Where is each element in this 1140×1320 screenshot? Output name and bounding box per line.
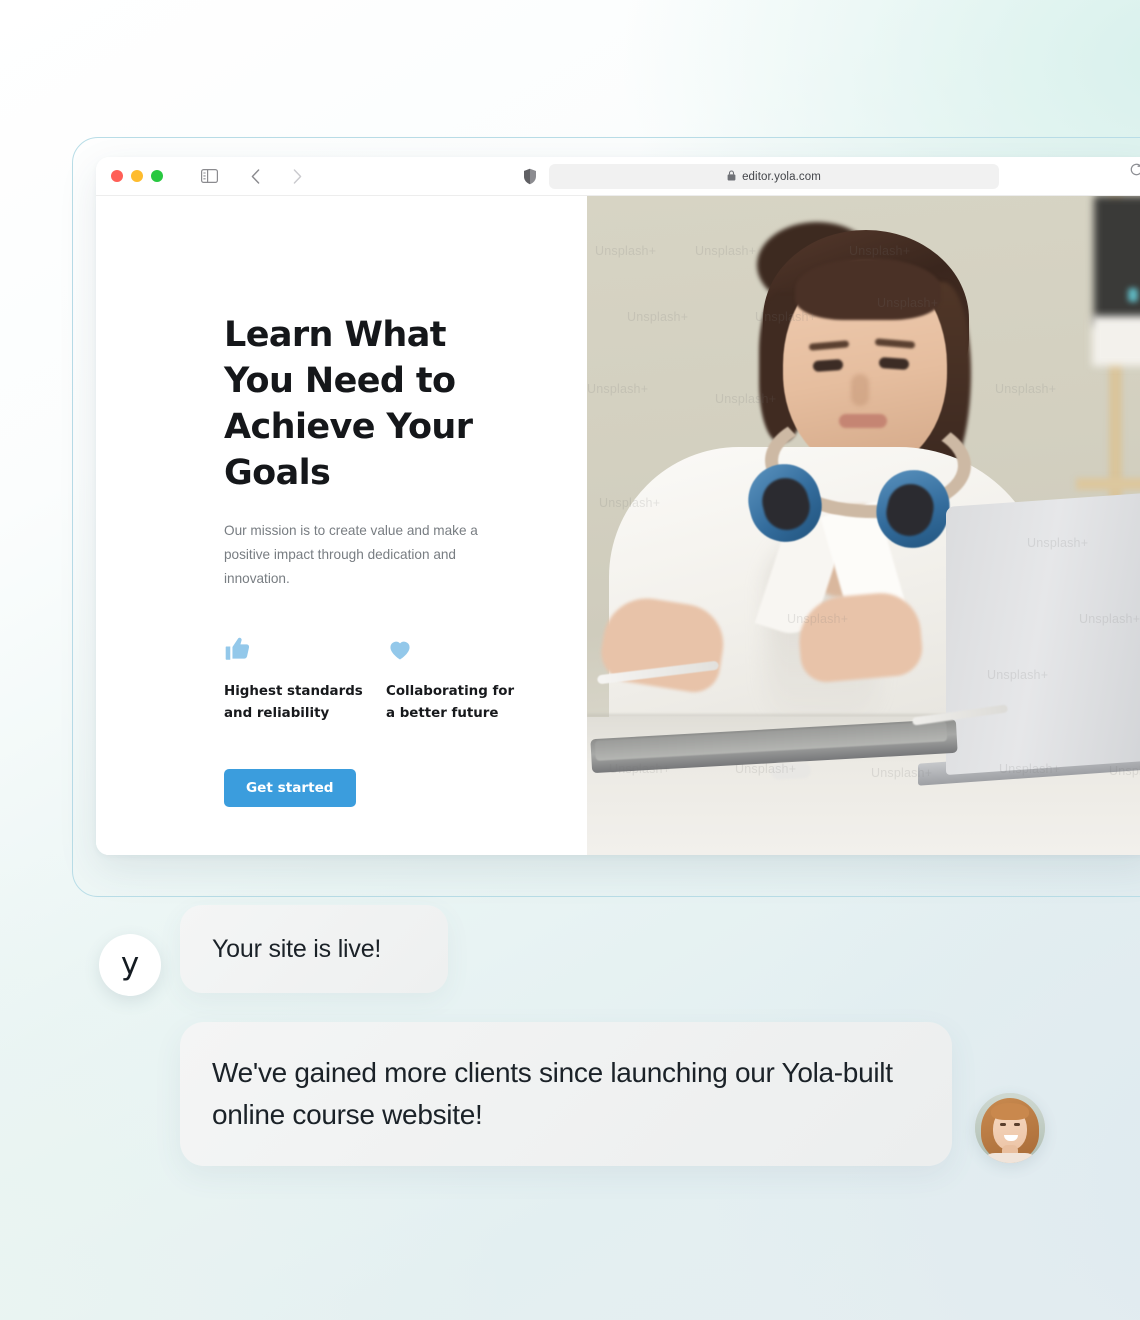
forward-button[interactable] [283, 163, 311, 189]
chat-message-text: Your site is live! [212, 934, 382, 963]
page-canvas: editor.yola.com Learn What You Need to A… [0, 0, 1140, 1320]
hero-subtext: Our mission is to create value and make … [224, 523, 478, 586]
page-title: Learn What You Need to Achieve Your Goal… [224, 315, 473, 493]
navigation-controls [195, 163, 311, 189]
feature-item-collaboration: Collaborating for a better future [386, 635, 548, 725]
watermark: Unsplash+ [877, 296, 939, 310]
back-button[interactable] [241, 163, 269, 189]
watermark: Unsplash+ [999, 762, 1061, 776]
maximize-window-button[interactable] [151, 170, 163, 182]
feature-item-standards: Highest standards and reliability [224, 635, 386, 725]
feature-list: Highest standards and reliability Collab… [224, 635, 587, 725]
browser-window: editor.yola.com Learn What You Need to A… [96, 157, 1140, 855]
watermark: Unsplash+ [695, 244, 757, 258]
watermark: Unsplash+ [871, 766, 933, 780]
chat-message-text: We've gained more clients since launchin… [212, 1057, 893, 1130]
watermark: Unsplash+ [987, 668, 1049, 682]
watermark: Unsplash+ [627, 310, 689, 324]
watermark: Unsplash+ [1079, 612, 1140, 626]
thumbs-up-icon [224, 635, 386, 665]
laptop [946, 491, 1140, 775]
chat-bubble-status: Your site is live! [180, 905, 448, 993]
feature-label: Highest standards and reliability [224, 684, 363, 721]
hero-text-column: Learn What You Need to Achieve Your Goal… [96, 196, 587, 855]
heart-icon [386, 635, 548, 665]
address-bar[interactable]: editor.yola.com [549, 164, 999, 189]
website-preview: Learn What You Need to Achieve Your Goal… [96, 196, 1140, 855]
watermark: Unsplash+ [849, 244, 911, 258]
watermark: Unsplash+ [1027, 536, 1089, 550]
privacy-shield-icon[interactable] [523, 168, 537, 190]
window-controls[interactable] [111, 170, 163, 182]
watermark: Unsplash+ [1109, 764, 1140, 778]
watermark: Unsplash+ [609, 762, 671, 776]
watermark: Unsplash+ [735, 762, 797, 776]
address-bar-url: editor.yola.com [742, 170, 821, 183]
watermark: Unsplash+ [599, 496, 661, 510]
yola-logo-mark: y [120, 945, 140, 982]
client-avatar [975, 1093, 1045, 1163]
watermark: Unsplash+ [755, 310, 817, 324]
watermark: Unsplash+ [715, 392, 777, 406]
sidebar-toggle-icon[interactable] [195, 163, 223, 189]
hero-image: Unsplash+ Unsplash+ Unsplash+ Unsplash+ … [587, 196, 1140, 855]
watermark: Unsplash+ [595, 244, 657, 258]
watermark: Unsplash+ [787, 612, 849, 626]
lock-icon [727, 168, 736, 186]
reload-icon[interactable] [1129, 162, 1140, 182]
get-started-button[interactable]: Get started [224, 769, 356, 807]
feature-label: Collaborating for a better future [386, 684, 515, 721]
chat-bubble-testimonial: We've gained more clients since launchin… [180, 1022, 952, 1166]
watermark: Unsplash+ [587, 382, 649, 396]
close-window-button[interactable] [111, 170, 123, 182]
brand-avatar: y [99, 934, 161, 996]
watermark: Unsplash+ [995, 382, 1057, 396]
browser-toolbar: editor.yola.com [96, 157, 1140, 196]
minimize-window-button[interactable] [131, 170, 143, 182]
